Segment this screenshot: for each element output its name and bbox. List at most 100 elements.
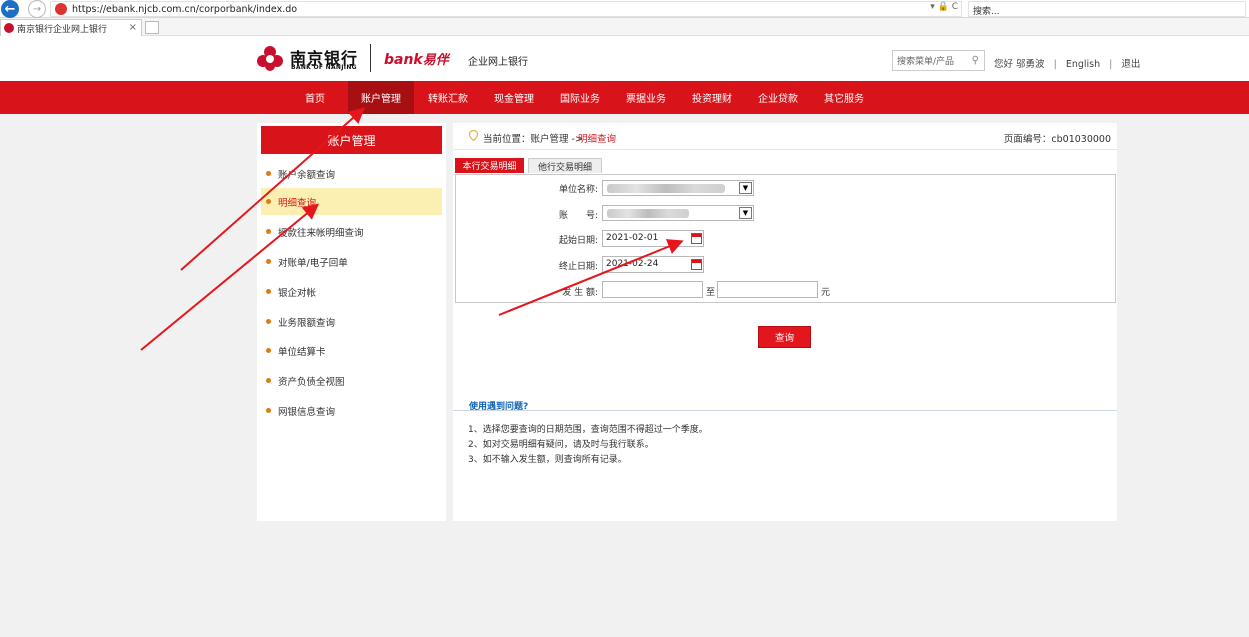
menu-search-placeholder: 搜索菜单/产品 — [897, 57, 955, 67]
bank-header: 南京银行 BANK OF NANJING bank易伴 企业网上银行 搜索菜单/… — [0, 36, 1249, 81]
amount-unit-label: 元 — [821, 288, 831, 298]
sidebar-item-label: 明细查询 — [278, 197, 317, 209]
calendar-icon[interactable] — [691, 259, 702, 270]
sidebar-item-label: 对账单/电子回单 — [278, 257, 348, 269]
bullet-icon — [266, 408, 271, 413]
browser-tab-bar: 南京银行企业网上银行 × — [0, 18, 1249, 36]
page-code: 页面编号：cb01030000 — [1003, 134, 1111, 145]
address-bar[interactable]: https://ebank.njcb.com.cn/corporbank/ind… — [50, 1, 962, 17]
sidebar-item-asset-view[interactable]: 资产负债全视图 — [261, 367, 442, 394]
main-nav: 首页 账户管理 转账汇款 现金管理 国际业务 票据业务 投资理财 企业贷款 其它… — [0, 81, 1249, 114]
ebank-logo: bank易伴 — [384, 49, 449, 68]
nav-international[interactable]: 国际业务 — [552, 81, 608, 114]
redacted-value — [607, 209, 689, 218]
tab-close-icon[interactable]: × — [129, 22, 137, 33]
header-links: 您好 邬勇波 | English | 退出 — [994, 56, 1140, 70]
redacted-value — [607, 184, 725, 193]
site-favicon-icon — [55, 3, 67, 15]
account-label: 账 号: — [558, 211, 598, 221]
ebank-brand-cn: 易伴 — [422, 53, 449, 68]
end-date-input[interactable]: 2021-02-24 — [602, 256, 704, 273]
help-item: 2、如对交易明细有疑问，请及时与我行联系。 — [468, 440, 654, 450]
tab-own-bank-detail[interactable]: 本行交易明细 — [455, 158, 524, 173]
sidebar-item-label: 网银信息查询 — [278, 406, 336, 418]
nav-bills[interactable]: 票据业务 — [618, 81, 674, 114]
sidebar-item-label: 资产负债全视图 — [278, 376, 345, 388]
sidebar-item-reconciliation[interactable]: 银企对帐 — [261, 278, 442, 305]
start-date-input[interactable]: 2021-02-01 — [602, 230, 704, 247]
address-url[interactable]: https://ebank.njcb.com.cn/corporbank/ind… — [72, 4, 297, 15]
sidebar-item-detail-query[interactable]: 明细查询 — [261, 188, 442, 215]
query-button[interactable]: 查询 — [758, 326, 811, 348]
account-select[interactable]: ▼ — [602, 205, 754, 221]
user-name: 邬勇波 — [1016, 59, 1045, 70]
help-divider — [453, 410, 1117, 411]
sidebar-item-limits[interactable]: 业务限额查询 — [261, 308, 442, 335]
amount-min-input[interactable] — [602, 281, 703, 298]
breadcrumb-path: 账户管理 -> — [530, 134, 583, 145]
sidebar-item-ebank-info[interactable]: 网银信息查询 — [261, 397, 442, 424]
forward-arrow-icon[interactable]: → — [28, 0, 46, 18]
amount-max-input[interactable] — [717, 281, 818, 298]
breadcrumb: 当前位置：账户管理 -> 明细查询 页面编号：cb01030000 — [453, 123, 1117, 150]
nav-investment[interactable]: 投资理财 — [684, 81, 740, 114]
bullet-icon — [266, 319, 271, 324]
bullet-icon — [266, 348, 271, 353]
sidebar-item-label: 授款往来帐明细查询 — [278, 227, 364, 239]
sidebar-item-label: 单位结算卡 — [278, 346, 326, 358]
amount-label: 发 生 额: — [562, 288, 598, 298]
breadcrumb-current: 明细查询 — [578, 134, 617, 145]
bank-name-en: BANK OF NANJING — [291, 64, 357, 71]
browser-search-input[interactable]: 搜索... — [968, 1, 1246, 17]
browser-tab[interactable]: 南京银行企业网上银行 × — [0, 19, 142, 36]
unit-name-select[interactable]: ▼ — [602, 180, 754, 196]
bullet-icon — [266, 259, 271, 264]
tab-other-bank-detail[interactable]: 他行交易明细 — [528, 158, 602, 173]
content-tabs: 本行交易明细 他行交易明细 — [455, 158, 1115, 174]
chevron-down-icon: ▼ — [739, 207, 752, 219]
nav-home[interactable]: 首页 — [292, 81, 338, 114]
start-date-label: 起始日期: — [558, 236, 598, 246]
address-tools-icon[interactable]: ▾ 🔒 C — [930, 2, 958, 12]
sidebar-item-label: 账户余额查询 — [278, 169, 336, 181]
sidebar-item-statement[interactable]: 对账单/电子回单 — [261, 248, 442, 275]
nav-transfer[interactable]: 转账汇款 — [420, 81, 476, 114]
logout-link[interactable]: 退出 — [1121, 59, 1140, 70]
bullet-icon — [266, 171, 271, 176]
menu-search-input[interactable]: 搜索菜单/产品 ⚲ — [892, 50, 985, 71]
nav-loans[interactable]: 企业贷款 — [750, 81, 806, 114]
browser-toolbar: ← → https://ebank.njcb.com.cn/corporbank… — [0, 0, 1249, 18]
ebank-brand: bank — [384, 52, 423, 68]
sidebar-item-authorized-detail[interactable]: 授款往来帐明细查询 — [261, 218, 442, 245]
calendar-icon[interactable] — [691, 233, 702, 244]
bullet-icon — [266, 229, 271, 234]
search-icon[interactable]: ⚲ — [972, 55, 979, 66]
chevron-down-icon: ▼ — [739, 182, 752, 194]
greeting: 您好 — [994, 59, 1014, 70]
breadcrumb-prefix: 当前位置：账户管理 -> — [483, 134, 583, 145]
bank-favicon-icon — [4, 23, 14, 33]
nav-cash-management[interactable]: 现金管理 — [486, 81, 542, 114]
sidebar-item-settlement-card[interactable]: 单位结算卡 — [261, 337, 442, 364]
link-separator: | — [1053, 59, 1057, 70]
end-date-label: 终止日期: — [558, 262, 598, 272]
link-separator: | — [1109, 59, 1113, 70]
location-pin-icon — [469, 130, 478, 141]
nav-account-management[interactable]: 账户管理 — [348, 81, 414, 114]
bullet-icon — [266, 199, 271, 204]
logo-divider — [370, 44, 371, 72]
site-title: 企业网上银行 — [468, 57, 528, 68]
sidebar-item-label: 银企对帐 — [278, 287, 317, 299]
new-tab-icon[interactable] — [145, 21, 159, 34]
sidebar-item-balance[interactable]: 账户余额查询 — [261, 160, 442, 187]
language-link[interactable]: English — [1066, 59, 1100, 70]
bank-logo-icon — [257, 46, 283, 71]
back-arrow-icon[interactable]: ← — [1, 0, 19, 18]
help-item: 1、选择您要查询的日期范围，查询范围不得超过一个季度。 — [468, 425, 708, 435]
sidebar: 账户管理 账户余额查询 明细查询 授款往来帐明细查询 对账单/电子回单 银企对帐… — [257, 123, 446, 521]
unit-name-label: 单位名称: — [558, 185, 598, 195]
sidebar-title: 账户管理 — [261, 126, 442, 154]
bullet-icon — [266, 378, 271, 383]
nav-other-services[interactable]: 其它服务 — [816, 81, 872, 114]
bullet-icon — [266, 289, 271, 294]
